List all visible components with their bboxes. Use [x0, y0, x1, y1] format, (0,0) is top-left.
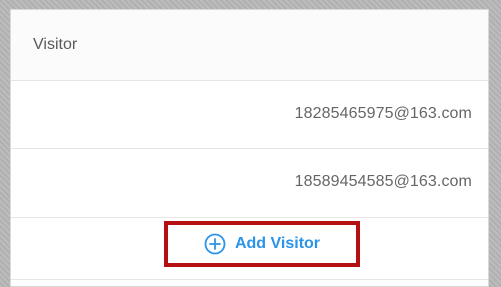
add-visitor-button[interactable]: Add Visitor: [164, 221, 360, 267]
add-visitor-row: Add Visitor: [11, 218, 488, 280]
plus-circle-icon: [204, 233, 226, 255]
visitor-panel: Visitor 18285465975@163.com 18589454585@…: [10, 9, 489, 287]
add-visitor-label: Add Visitor: [234, 235, 321, 252]
visitor-email: 18285465975@163.com: [294, 105, 472, 122]
visitor-row[interactable]: 18285465975@163.com: [11, 81, 488, 149]
visitor-row[interactable]: 18589454585@163.com: [11, 149, 488, 218]
visitor-title: Visitor: [33, 36, 78, 53]
visitor-header: Visitor: [11, 10, 488, 81]
visitor-email: 18589454585@163.com: [294, 173, 472, 190]
